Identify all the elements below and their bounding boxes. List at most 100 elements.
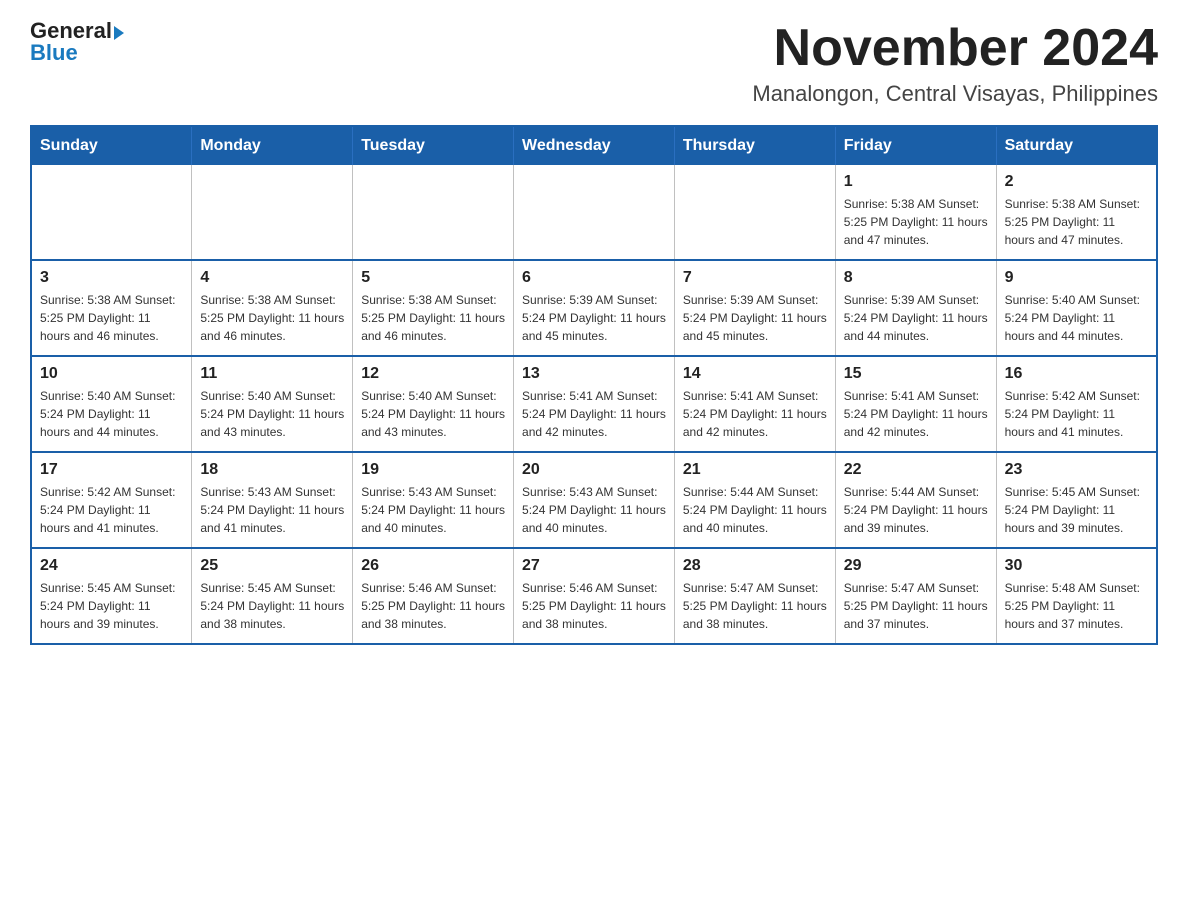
day-info: Sunrise: 5:45 AM Sunset: 5:24 PM Dayligh… bbox=[200, 579, 344, 633]
day-number: 21 bbox=[683, 461, 827, 479]
week-row-1: 1 Sunrise: 5:38 AM Sunset: 5:25 PM Daylig… bbox=[31, 165, 1157, 260]
calendar-table: SundayMondayTuesdayWednesdayThursdayFrid… bbox=[30, 125, 1158, 645]
day-number: 13 bbox=[522, 365, 666, 383]
day-cell: 14 Sunrise: 5:41 AM Sunset: 5:24 PM Dayli… bbox=[674, 356, 835, 452]
day-info: Sunrise: 5:46 AM Sunset: 5:25 PM Dayligh… bbox=[361, 579, 505, 633]
logo-text: General Blue bbox=[30, 20, 124, 64]
day-cell: 22Sunrise: 5:44 AM Sunset: 5:24 PM Dayli… bbox=[835, 452, 996, 548]
header-cell-thursday: Thursday bbox=[674, 126, 835, 165]
day-info: Sunrise: 5:45 AM Sunset: 5:24 PM Dayligh… bbox=[1005, 483, 1148, 537]
day-cell: 8 Sunrise: 5:39 AM Sunset: 5:24 PM Daylig… bbox=[835, 260, 996, 356]
day-cell: 21 Sunrise: 5:44 AM Sunset: 5:24 PM Dayli… bbox=[674, 452, 835, 548]
day-cell: 26 Sunrise: 5:46 AM Sunset: 5:25 PM Dayli… bbox=[353, 548, 514, 644]
day-cell: 19 Sunrise: 5:43 AM Sunset: 5:24 PM Dayli… bbox=[353, 452, 514, 548]
header-cell-tuesday: Tuesday bbox=[353, 126, 514, 165]
day-info: Sunrise: 5:38 AM Sunset: 5:25 PM Dayligh… bbox=[1005, 195, 1148, 249]
day-number: 19 bbox=[361, 461, 505, 479]
day-cell: 12 Sunrise: 5:40 AM Sunset: 5:24 PM Dayli… bbox=[353, 356, 514, 452]
title-block: November 2024 Manalongon, Central Visaya… bbox=[752, 20, 1158, 107]
day-info: Sunrise: 5:43 AM Sunset: 5:24 PM Dayligh… bbox=[200, 483, 344, 537]
day-number: 2 bbox=[1005, 173, 1148, 191]
day-cell: 13 Sunrise: 5:41 AM Sunset: 5:24 PM Dayli… bbox=[514, 356, 675, 452]
day-info: Sunrise: 5:38 AM Sunset: 5:25 PM Dayligh… bbox=[361, 291, 505, 345]
day-info: Sunrise: 5:41 AM Sunset: 5:24 PM Dayligh… bbox=[522, 387, 666, 441]
day-number: 11 bbox=[200, 365, 344, 383]
day-number: 20 bbox=[522, 461, 666, 479]
day-cell bbox=[353, 165, 514, 260]
day-info: Sunrise: 5:38 AM Sunset: 5:25 PM Dayligh… bbox=[40, 291, 183, 345]
day-cell: 3 Sunrise: 5:38 AM Sunset: 5:25 PM Daylig… bbox=[31, 260, 192, 356]
page-header: General Blue November 2024 Manalongon, C… bbox=[30, 20, 1158, 107]
day-number: 28 bbox=[683, 557, 827, 575]
week-row-2: 3 Sunrise: 5:38 AM Sunset: 5:25 PM Daylig… bbox=[31, 260, 1157, 356]
day-info: Sunrise: 5:40 AM Sunset: 5:24 PM Dayligh… bbox=[361, 387, 505, 441]
day-info: Sunrise: 5:48 AM Sunset: 5:25 PM Dayligh… bbox=[1005, 579, 1148, 633]
header-cell-sunday: Sunday bbox=[31, 126, 192, 165]
day-info: Sunrise: 5:40 AM Sunset: 5:24 PM Dayligh… bbox=[200, 387, 344, 441]
day-info: Sunrise: 5:38 AM Sunset: 5:25 PM Dayligh… bbox=[844, 195, 988, 249]
day-number: 30 bbox=[1005, 557, 1148, 575]
day-number: 5 bbox=[361, 269, 505, 287]
day-cell: 28 Sunrise: 5:47 AM Sunset: 5:25 PM Dayli… bbox=[674, 548, 835, 644]
day-number: 22 bbox=[844, 461, 988, 479]
day-number: 14 bbox=[683, 365, 827, 383]
day-number: 26 bbox=[361, 557, 505, 575]
day-number: 7 bbox=[683, 269, 827, 287]
day-cell: 6Sunrise: 5:39 AM Sunset: 5:24 PM Daylig… bbox=[514, 260, 675, 356]
day-info: Sunrise: 5:38 AM Sunset: 5:25 PM Dayligh… bbox=[200, 291, 344, 345]
logo-arrow-icon bbox=[114, 26, 124, 40]
day-cell: 7 Sunrise: 5:39 AM Sunset: 5:24 PM Daylig… bbox=[674, 260, 835, 356]
day-cell: 15Sunrise: 5:41 AM Sunset: 5:24 PM Dayli… bbox=[835, 356, 996, 452]
day-cell: 11 Sunrise: 5:40 AM Sunset: 5:24 PM Dayli… bbox=[192, 356, 353, 452]
day-cell: 2 Sunrise: 5:38 AM Sunset: 5:25 PM Daylig… bbox=[996, 165, 1157, 260]
day-info: Sunrise: 5:47 AM Sunset: 5:25 PM Dayligh… bbox=[683, 579, 827, 633]
calendar-header: SundayMondayTuesdayWednesdayThursdayFrid… bbox=[31, 126, 1157, 165]
day-cell: 16Sunrise: 5:42 AM Sunset: 5:24 PM Dayli… bbox=[996, 356, 1157, 452]
header-cell-monday: Monday bbox=[192, 126, 353, 165]
day-cell: 30 Sunrise: 5:48 AM Sunset: 5:25 PM Dayli… bbox=[996, 548, 1157, 644]
day-cell: 24Sunrise: 5:45 AM Sunset: 5:24 PM Dayli… bbox=[31, 548, 192, 644]
day-cell: 29Sunrise: 5:47 AM Sunset: 5:25 PM Dayli… bbox=[835, 548, 996, 644]
day-number: 6 bbox=[522, 269, 666, 287]
day-number: 27 bbox=[522, 557, 666, 575]
header-cell-saturday: Saturday bbox=[996, 126, 1157, 165]
logo: General Blue bbox=[30, 20, 124, 64]
day-number: 16 bbox=[1005, 365, 1148, 383]
day-info: Sunrise: 5:40 AM Sunset: 5:24 PM Dayligh… bbox=[1005, 291, 1148, 345]
day-cell: 18Sunrise: 5:43 AM Sunset: 5:24 PM Dayli… bbox=[192, 452, 353, 548]
day-number: 23 bbox=[1005, 461, 1148, 479]
header-row: SundayMondayTuesdayWednesdayThursdayFrid… bbox=[31, 126, 1157, 165]
day-number: 8 bbox=[844, 269, 988, 287]
day-number: 1 bbox=[844, 173, 988, 191]
day-cell: 5 Sunrise: 5:38 AM Sunset: 5:25 PM Daylig… bbox=[353, 260, 514, 356]
day-info: Sunrise: 5:43 AM Sunset: 5:24 PM Dayligh… bbox=[522, 483, 666, 537]
logo-general-text: General bbox=[30, 20, 112, 42]
day-info: Sunrise: 5:39 AM Sunset: 5:24 PM Dayligh… bbox=[683, 291, 827, 345]
calendar-body: 1 Sunrise: 5:38 AM Sunset: 5:25 PM Daylig… bbox=[31, 165, 1157, 644]
day-cell: 25 Sunrise: 5:45 AM Sunset: 5:24 PM Dayli… bbox=[192, 548, 353, 644]
day-cell bbox=[192, 165, 353, 260]
week-row-5: 24Sunrise: 5:45 AM Sunset: 5:24 PM Dayli… bbox=[31, 548, 1157, 644]
day-info: Sunrise: 5:43 AM Sunset: 5:24 PM Dayligh… bbox=[361, 483, 505, 537]
day-cell: 9 Sunrise: 5:40 AM Sunset: 5:24 PM Daylig… bbox=[996, 260, 1157, 356]
day-number: 25 bbox=[200, 557, 344, 575]
day-number: 10 bbox=[40, 365, 183, 383]
day-cell: 20 Sunrise: 5:43 AM Sunset: 5:24 PM Dayli… bbox=[514, 452, 675, 548]
day-number: 12 bbox=[361, 365, 505, 383]
day-info: Sunrise: 5:41 AM Sunset: 5:24 PM Dayligh… bbox=[844, 387, 988, 441]
day-info: Sunrise: 5:40 AM Sunset: 5:24 PM Dayligh… bbox=[40, 387, 183, 441]
day-number: 29 bbox=[844, 557, 988, 575]
day-cell: 27Sunrise: 5:46 AM Sunset: 5:25 PM Dayli… bbox=[514, 548, 675, 644]
day-cell: 23 Sunrise: 5:45 AM Sunset: 5:24 PM Dayli… bbox=[996, 452, 1157, 548]
day-cell bbox=[31, 165, 192, 260]
day-info: Sunrise: 5:39 AM Sunset: 5:24 PM Dayligh… bbox=[844, 291, 988, 345]
day-cell bbox=[674, 165, 835, 260]
header-cell-wednesday: Wednesday bbox=[514, 126, 675, 165]
day-info: Sunrise: 5:44 AM Sunset: 5:24 PM Dayligh… bbox=[683, 483, 827, 537]
day-number: 9 bbox=[1005, 269, 1148, 287]
location-title: Manalongon, Central Visayas, Philippines bbox=[752, 81, 1158, 107]
day-cell bbox=[514, 165, 675, 260]
header-cell-friday: Friday bbox=[835, 126, 996, 165]
day-number: 3 bbox=[40, 269, 183, 287]
day-info: Sunrise: 5:41 AM Sunset: 5:24 PM Dayligh… bbox=[683, 387, 827, 441]
